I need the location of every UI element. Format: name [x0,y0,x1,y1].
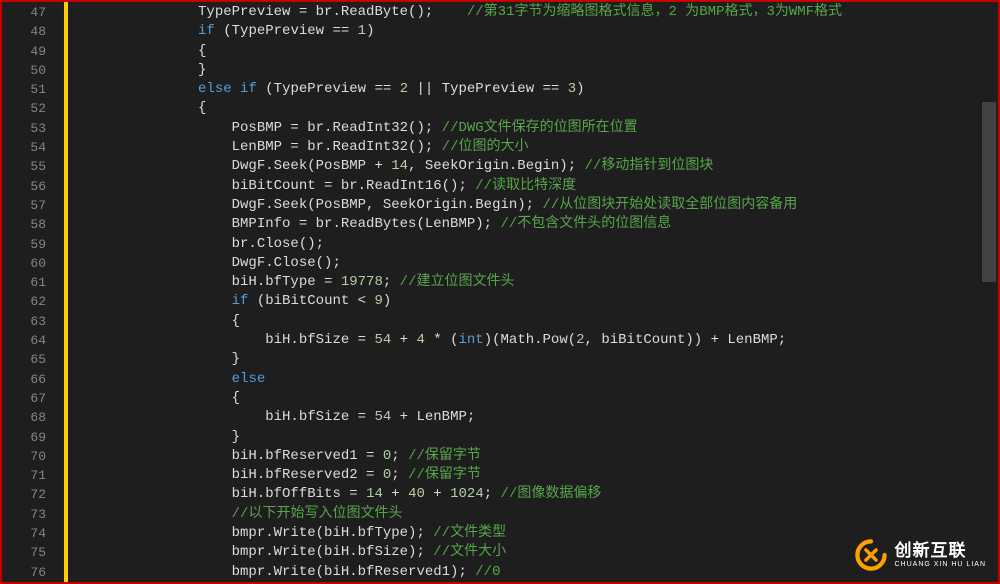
line-number: 55 [2,157,46,176]
logo-cn: 创新互联 [894,542,986,559]
line-number: 63 [2,312,46,331]
code-line[interactable]: DwgF.Seek(PosBMP + 14, SeekOrigin.Begin)… [72,157,998,176]
line-number: 67 [2,389,46,408]
line-number: 53 [2,119,46,138]
code-line[interactable]: biH.bfSize = 54 + 4 * (int)(Math.Pow(2, … [72,331,998,350]
line-number: 61 [2,273,46,292]
line-number: 62 [2,292,46,311]
line-number: 75 [2,543,46,562]
line-number: 51 [2,80,46,99]
line-number: 47 [2,3,46,22]
line-number: 60 [2,254,46,273]
scroll-thumb[interactable] [982,102,996,282]
code-line[interactable]: biH.bfReserved1 = 0; //保留字节 [72,447,998,466]
line-number: 50 [2,61,46,80]
code-line[interactable]: } [72,61,998,80]
line-number: 48 [2,22,46,41]
line-number: 49 [2,42,46,61]
code-line[interactable]: TypePreview = br.ReadByte(); //第31字节为缩略图… [72,3,998,22]
line-number: 56 [2,177,46,196]
code-line[interactable]: //以下开始写入位图文件头 [72,505,998,524]
code-line[interactable]: { [72,312,998,331]
code-line[interactable]: PosBMP = br.ReadInt32(); //DWG文件保存的位图所在位… [72,119,998,138]
code-area[interactable]: TypePreview = br.ReadByte(); //第31字节为缩略图… [68,2,998,582]
code-line[interactable]: { [72,42,998,61]
vertical-scrollbar[interactable] [982,4,996,580]
line-number: 68 [2,408,46,427]
code-line[interactable]: } [72,428,998,447]
line-number: 59 [2,235,46,254]
code-line[interactable]: else if (TypePreview == 2 || TypePreview… [72,80,998,99]
line-number: 73 [2,505,46,524]
line-number: 57 [2,196,46,215]
code-line[interactable]: if (TypePreview == 1) [72,22,998,41]
code-line[interactable]: } [72,350,998,369]
code-line[interactable]: LenBMP = br.ReadInt32(); //位图的大小 [72,138,998,157]
line-number: 71 [2,466,46,485]
code-line[interactable]: else [72,370,998,389]
logo-text: 创新互联 CHUANG XIN HU LIAN [894,542,986,568]
code-line[interactable]: { [72,99,998,118]
logo-mark-icon [854,538,888,572]
code-line[interactable]: DwgF.Close(); [72,254,998,273]
line-number: 65 [2,350,46,369]
editor-frame: 4748495051525354555657585960616263646566… [0,0,1000,584]
code-line[interactable]: { [72,389,998,408]
code-line[interactable]: biH.bfReserved2 = 0; //保留字节 [72,466,998,485]
logo-pinyin: CHUANG XIN HU LIAN [894,561,986,568]
line-number: 58 [2,215,46,234]
code-line[interactable]: biH.bfType = 19778; //建立位图文件头 [72,273,998,292]
line-number: 70 [2,447,46,466]
code-line[interactable]: BMPInfo = br.ReadBytes(LenBMP); //不包含文件头… [72,215,998,234]
code-line[interactable]: biH.bfSize = 54 + LenBMP; [72,408,998,427]
line-number: 76 [2,563,46,582]
code-line[interactable]: br.Close(); [72,235,998,254]
line-number: 52 [2,99,46,118]
code-line[interactable]: DwgF.Seek(PosBMP, SeekOrigin.Begin); //从… [72,196,998,215]
line-number-gutter: 4748495051525354555657585960616263646566… [2,2,64,582]
code-line[interactable]: biBitCount = br.ReadInt16(); //读取比特深度 [72,177,998,196]
watermark-logo: 创新互联 CHUANG XIN HU LIAN [854,538,986,572]
code-line[interactable]: if (biBitCount < 9) [72,292,998,311]
line-number: 72 [2,485,46,504]
line-number: 74 [2,524,46,543]
code-line[interactable]: biH.bfOffBits = 14 + 40 + 1024; //图像数据偏移 [72,485,998,504]
line-number: 66 [2,370,46,389]
line-number: 69 [2,428,46,447]
line-number: 64 [2,331,46,350]
line-number: 54 [2,138,46,157]
